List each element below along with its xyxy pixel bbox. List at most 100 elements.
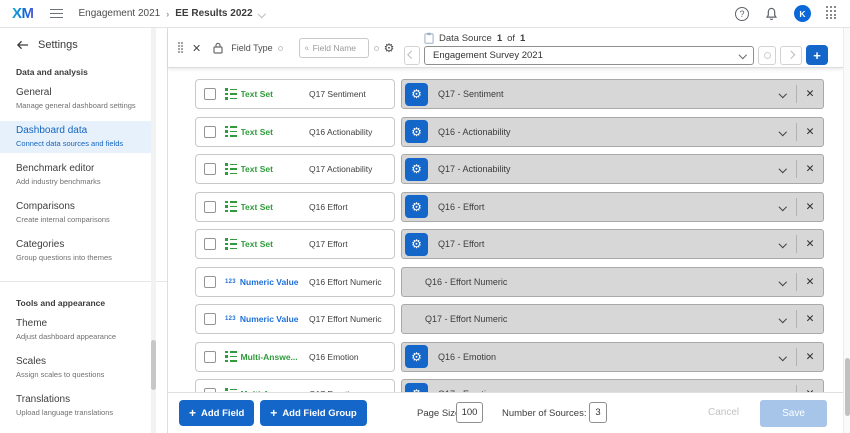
- field-checkbox[interactable]: [204, 351, 216, 363]
- sidebar-item-general[interactable]: General Manage general dashboard setting…: [0, 83, 153, 115]
- field-name-search-input[interactable]: [313, 43, 363, 53]
- sidebar-item-subtitle: Connect data sources and fields: [16, 139, 145, 149]
- mapped-field-bar[interactable]: ⚙ Q17 - Effort ✕: [401, 229, 824, 259]
- field-checkbox[interactable]: [204, 88, 216, 100]
- expand-field-button[interactable]: [770, 129, 796, 135]
- field-checkbox[interactable]: [204, 201, 216, 213]
- remove-field-button[interactable]: ✕: [797, 276, 823, 288]
- expand-field-button[interactable]: [770, 241, 796, 247]
- settings-back[interactable]: Settings: [0, 28, 167, 51]
- mapped-field-bar[interactable]: ⚙ Q16 - Actionability ✕: [401, 117, 824, 147]
- field-card[interactable]: 123 Numeric Value Q17 Effort Numeric: [195, 304, 395, 334]
- gear-icon: ⚙: [411, 200, 422, 214]
- mapped-field-bar[interactable]: ⚙ Q17 - Sentiment ✕: [401, 79, 824, 109]
- mapped-field-bar[interactable]: ⚙ Q17 - Actionability ✕: [401, 154, 824, 184]
- field-card[interactable]: Text Set Q17 Effort: [195, 229, 395, 259]
- mapped-field-label: Q17 - Effort Numeric: [425, 314, 507, 324]
- field-checkbox[interactable]: [204, 163, 216, 175]
- field-settings-button[interactable]: ⚙: [405, 195, 428, 218]
- notifications-bell-icon[interactable]: [764, 6, 779, 22]
- cancel-button[interactable]: Cancel: [708, 407, 739, 418]
- numeric-value-icon: 123: [225, 316, 236, 322]
- field-checkbox[interactable]: [204, 238, 216, 250]
- drag-handle-icon[interactable]: [178, 42, 184, 54]
- next-data-source-button[interactable]: [780, 46, 802, 65]
- field-settings-button[interactable]: ⚙: [405, 158, 428, 181]
- field-checkbox[interactable]: [204, 276, 216, 288]
- sidebar-item-benchmark-editor[interactable]: Benchmark editor Add industry benchmarks: [0, 159, 153, 191]
- expand-field-button[interactable]: [770, 166, 796, 172]
- sidebar-item-dashboard-data[interactable]: Dashboard data Connect data sources and …: [0, 121, 153, 153]
- mapped-field-bar[interactable]: ⚙ Q16 - Effort ✕: [401, 192, 824, 222]
- help-icon[interactable]: ?: [735, 7, 749, 21]
- field-card[interactable]: Text Set Q16 Actionability: [195, 117, 395, 147]
- expand-field-button[interactable]: [770, 354, 796, 360]
- field-name: Q16 Actionability: [309, 127, 372, 137]
- sort-icon[interactable]: [278, 46, 283, 51]
- page-size-input[interactable]: [456, 402, 483, 423]
- remove-field-button[interactable]: ✕: [797, 313, 823, 325]
- field-type-column-header[interactable]: Field Type: [231, 43, 272, 53]
- mapped-field-bar[interactable]: ⚙ Q16 - Emotion ✕: [401, 342, 824, 372]
- field-settings-button[interactable]: ⚙: [405, 120, 428, 143]
- field-card[interactable]: 123 Numeric Value Q16 Effort Numeric: [195, 267, 395, 297]
- mapped-field-bar[interactable]: ⚙ Q17 - Emotion ✕: [401, 379, 824, 392]
- add-data-source-button[interactable]: +: [806, 45, 828, 65]
- field-card[interactable]: Text Set Q17 Sentiment: [195, 79, 395, 109]
- field-settings-button[interactable]: ⚙: [405, 345, 428, 368]
- mapped-field-label: Q16 - Effort: [438, 202, 484, 212]
- breadcrumb-dashboard[interactable]: EE Results 2022: [175, 8, 252, 19]
- user-avatar[interactable]: K: [794, 5, 811, 22]
- number-of-sources-input[interactable]: [589, 402, 607, 423]
- mapped-field-bar[interactable]: Q17 - Effort Numeric ✕: [401, 304, 824, 334]
- mapped-field-label: Q17 - Sentiment: [438, 89, 504, 99]
- data-source-dropdown[interactable]: Engagement Survey 2021: [424, 46, 754, 65]
- data-source-status-button[interactable]: [758, 46, 776, 65]
- apps-grid-icon[interactable]: [826, 6, 838, 20]
- hamburger-menu-icon[interactable]: [50, 9, 63, 19]
- field-card[interactable]: Multi-Answe... Q16 Emotion: [195, 342, 395, 372]
- sidebar-item-title: Comparisons: [16, 201, 145, 213]
- remove-field-button[interactable]: ✕: [797, 163, 823, 175]
- sidebar-item-comparisons[interactable]: Comparisons Create internal comparisons: [0, 197, 153, 229]
- gear-icon: ⚙: [411, 125, 422, 139]
- field-checkbox[interactable]: [204, 126, 216, 138]
- sidebar-item-subtitle: Upload language translations: [16, 408, 145, 418]
- expand-field-button[interactable]: [770, 91, 796, 97]
- add-field-group-button[interactable]: + Add Field Group: [260, 400, 366, 426]
- field-checkbox[interactable]: [204, 313, 216, 325]
- expand-field-button[interactable]: [770, 279, 796, 285]
- field-settings-button[interactable]: ⚙: [405, 383, 428, 393]
- clear-selection-icon[interactable]: ✕: [192, 42, 201, 55]
- remove-field-button[interactable]: ✕: [797, 351, 823, 363]
- expand-field-button[interactable]: [770, 316, 796, 322]
- remove-field-button[interactable]: ✕: [797, 201, 823, 213]
- breadcrumb-caret-icon[interactable]: [257, 10, 265, 18]
- sidebar-item-scales[interactable]: Scales Assign scales to questions: [0, 352, 153, 384]
- sidebar-sections: Data and analysis General Manage general…: [0, 67, 167, 422]
- sidebar-item-theme[interactable]: Theme Adjust dashboard appearance: [0, 314, 153, 346]
- main-scrollbar-track[interactable]: [843, 28, 850, 433]
- field-name-search[interactable]: [299, 38, 369, 58]
- sidebar-item-translations[interactable]: Translations Upload language translation…: [0, 390, 153, 422]
- sync-fields-gear-icon[interactable]: ⚙: [384, 41, 395, 55]
- field-card[interactable]: Multi-Answe... Q17 Emotion: [195, 379, 395, 392]
- add-field-button[interactable]: + Add Field: [179, 400, 254, 426]
- breadcrumb-project[interactable]: Engagement 2021: [79, 8, 161, 19]
- field-settings-button[interactable]: ⚙: [405, 233, 428, 256]
- remove-field-button[interactable]: ✕: [797, 238, 823, 250]
- remove-field-button[interactable]: ✕: [797, 88, 823, 100]
- expand-field-button[interactable]: [770, 204, 796, 210]
- remove-field-button[interactable]: ✕: [797, 126, 823, 138]
- sidebar-item-categories[interactable]: Categories Group questions into themes: [0, 235, 153, 267]
- mapped-field-bar[interactable]: Q16 - Effort Numeric ✕: [401, 267, 824, 297]
- prev-data-source-button[interactable]: [404, 46, 420, 65]
- sidebar-scrollbar-thumb[interactable]: [151, 340, 156, 390]
- field-type-label: Text Set: [241, 127, 273, 137]
- main-scrollbar-thumb[interactable]: [845, 358, 850, 416]
- mapped-field-label: Q17 - Effort: [438, 239, 484, 249]
- field-card[interactable]: Text Set Q16 Effort: [195, 192, 395, 222]
- field-card[interactable]: Text Set Q17 Actionability: [195, 154, 395, 184]
- field-settings-button[interactable]: ⚙: [405, 83, 428, 106]
- save-button[interactable]: Save: [760, 400, 827, 427]
